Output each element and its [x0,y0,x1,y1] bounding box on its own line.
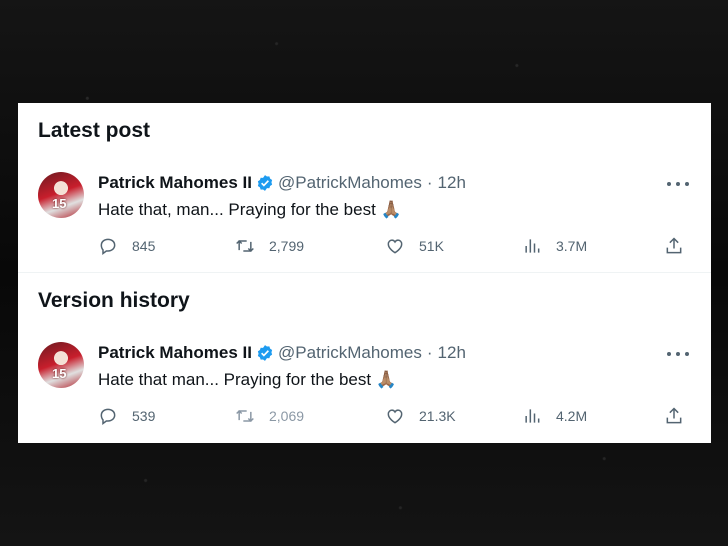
retweet-button[interactable]: 2,799 [235,236,304,256]
tweet-header: Patrick Mahomes II @PatrickMahomes · 12h [98,173,466,193]
verified-badge-icon [257,175,273,191]
views-icon [525,239,540,253]
retweet-button[interactable]: 2,069 [235,406,304,426]
views-button[interactable]: 4.2M [522,406,587,426]
section-title: Version history [38,289,190,312]
heart-icon [387,239,403,254]
reply-button[interactable]: 539 [98,406,155,426]
retweet-count: 2,069 [269,408,305,424]
avatar[interactable]: 15 [38,172,84,218]
reply-count: 539 [132,408,156,424]
tweet-body: Hate that, man... Praying for the best [98,200,376,219]
reply-icon [100,238,116,255]
screenshot-card: Latest post 15 Patrick Mahomes II @Patri… [18,103,711,443]
tweet-actions: 539 2,069 21.3K 4.2M [98,406,688,426]
views-button[interactable]: 3.7M [522,236,587,256]
like-count: 51K [419,238,444,254]
reply-count: 845 [132,238,156,254]
timestamp[interactable]: 12h [438,173,466,193]
verified-badge-icon [257,345,273,361]
section-title: Latest post [38,119,151,142]
retweet-count: 2,799 [269,238,305,254]
share-icon [666,237,682,254]
handle[interactable]: @PatrickMahomes [278,173,422,193]
share-button[interactable] [664,406,698,426]
separator-dot: · [426,173,433,192]
retweet-icon [236,239,254,253]
like-button[interactable]: 51K [385,236,444,256]
display-name[interactable]: Patrick Mahomes II [98,173,252,193]
praying-hands-emoji: 🙏🏽 [380,200,402,220]
more-icon[interactable] [667,177,689,191]
latest-post-section: Latest post 15 Patrick Mahomes II @Patri… [18,103,711,273]
handle[interactable]: @PatrickMahomes [278,343,422,363]
share-icon [666,407,682,424]
like-count: 21.3K [419,408,456,424]
reply-icon [100,408,116,425]
praying-hands-emoji: 🙏🏽 [375,370,397,390]
tweet-text: Hate that man... Praying for the best 🙏🏽 [98,370,397,390]
avatar[interactable]: 15 [38,342,84,388]
avatar-jersey-number: 15 [52,366,67,381]
display-name[interactable]: Patrick Mahomes II [98,343,252,363]
share-button[interactable] [664,236,698,256]
like-button[interactable]: 21.3K [385,406,456,426]
view-count: 3.7M [556,238,588,254]
retweet-icon [236,409,254,423]
more-icon[interactable] [667,347,689,361]
version-history-section: Version history 15 Patrick Mahomes II @P… [18,273,711,443]
view-count: 4.2M [556,408,588,424]
tweet-body: Hate that man... Praying for the best [98,370,372,389]
views-icon [525,409,540,423]
tweet-text: Hate that, man... Praying for the best 🙏… [98,200,402,220]
tweet-header: Patrick Mahomes II @PatrickMahomes · 12h [98,343,466,363]
heart-icon [387,409,403,424]
tweet-actions: 845 2,799 51K 3.7M [98,236,688,256]
timestamp[interactable]: 12h [438,343,466,363]
separator-dot: · [426,343,433,362]
avatar-jersey-number: 15 [52,196,67,211]
reply-button[interactable]: 845 [98,236,155,256]
